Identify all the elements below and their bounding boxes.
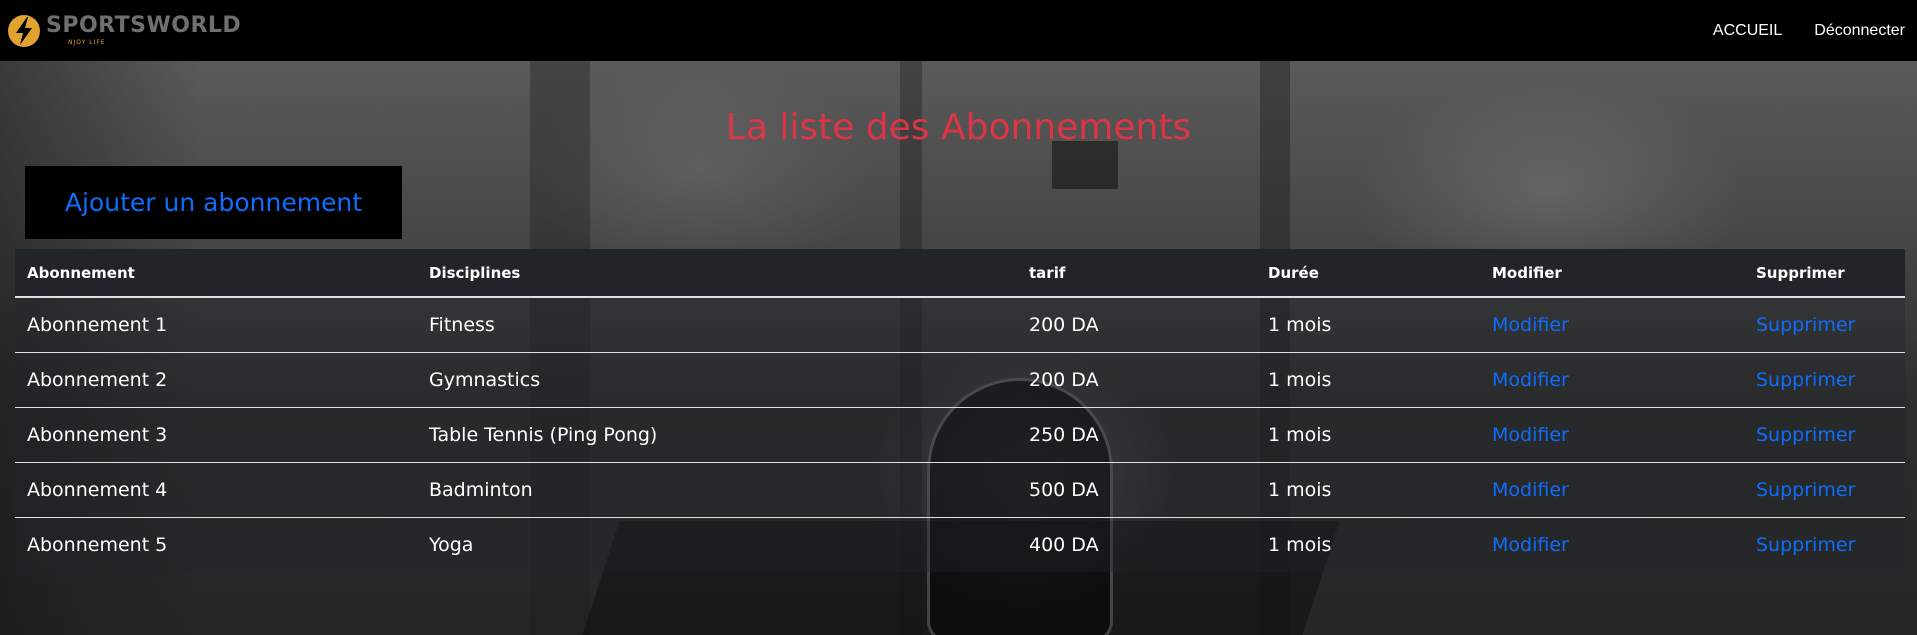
cell-modifier: Modifier bbox=[1480, 407, 1744, 462]
cell-supprimer: Supprimer bbox=[1744, 462, 1905, 517]
lightning-bolt-circle-icon bbox=[8, 14, 40, 47]
cell-discipline: Yoga bbox=[429, 533, 474, 556]
cell-discipline: Badminton bbox=[429, 478, 533, 501]
table-body: Abonnement 1 Fitness 200 DA 1 mois Modif… bbox=[15, 297, 1905, 572]
cell-supprimer: Supprimer bbox=[1744, 407, 1905, 462]
cell-tarif: 500 DA bbox=[1029, 478, 1099, 501]
cell-tarif: 200 DA bbox=[1029, 368, 1099, 391]
page-title: La liste des Abonnements bbox=[725, 107, 1192, 148]
cell-modifier: Modifier bbox=[1480, 352, 1744, 407]
cell-supprimer: Supprimer bbox=[1744, 517, 1905, 572]
subscriptions-table: Abonnement Disciplines tarif Durée Modif… bbox=[15, 249, 1905, 572]
edit-link[interactable]: Modifier bbox=[1492, 314, 1569, 336]
background-lamp bbox=[1052, 141, 1118, 189]
column-header-abonnement: Abonnement bbox=[27, 263, 135, 282]
column-header-tarif: tarif bbox=[1029, 263, 1066, 282]
cell-duree: 1 mois bbox=[1268, 478, 1332, 501]
cell-discipline: Table Tennis (Ping Pong) bbox=[429, 423, 658, 446]
brand-name: SPORTSWORLD bbox=[46, 13, 242, 38]
cell-duree: 1 mois bbox=[1268, 313, 1332, 336]
edit-link[interactable]: Modifier bbox=[1492, 369, 1569, 391]
delete-link[interactable]: Supprimer bbox=[1756, 314, 1855, 336]
table-row: Abonnement 2 Gymnastics 200 DA 1 mois Mo… bbox=[15, 352, 1905, 407]
delete-link[interactable]: Supprimer bbox=[1756, 534, 1855, 556]
cell-discipline: Gymnastics bbox=[429, 368, 541, 391]
cell-modifier: Modifier bbox=[1480, 297, 1744, 352]
column-header-supprimer: Supprimer bbox=[1756, 263, 1845, 282]
cell-tarif: 250 DA bbox=[1029, 423, 1099, 446]
brand-tagline: NJOY LIFE bbox=[68, 39, 106, 46]
delete-link[interactable]: Supprimer bbox=[1756, 479, 1855, 501]
column-header-duree: Durée bbox=[1268, 263, 1319, 282]
table-row: Abonnement 5 Yoga 400 DA 1 mois Modifier… bbox=[15, 517, 1905, 572]
nav-links: ACCUEIL Déconnecter bbox=[1681, 22, 1905, 40]
page: SPORTSWORLD NJOY LIFE ACCUEIL Déconnecte… bbox=[0, 0, 1917, 635]
delete-link[interactable]: Supprimer bbox=[1756, 424, 1855, 446]
cell-modifier: Modifier bbox=[1480, 462, 1744, 517]
brand-logo[interactable]: SPORTSWORLD NJOY LIFE bbox=[6, 13, 241, 49]
edit-link[interactable]: Modifier bbox=[1492, 534, 1569, 556]
cell-discipline: Fitness bbox=[429, 313, 495, 336]
navbar: SPORTSWORLD NJOY LIFE ACCUEIL Déconnecte… bbox=[0, 0, 1917, 61]
cell-tarif: 200 DA bbox=[1029, 313, 1099, 336]
cell-duree: 1 mois bbox=[1268, 423, 1332, 446]
edit-link[interactable]: Modifier bbox=[1492, 479, 1569, 501]
cell-abonnement: Abonnement 2 bbox=[27, 368, 168, 391]
cell-modifier: Modifier bbox=[1480, 517, 1744, 572]
cell-abonnement: Abonnement 3 bbox=[27, 423, 168, 446]
delete-link[interactable]: Supprimer bbox=[1756, 369, 1855, 391]
table-header-row: Abonnement Disciplines tarif Durée Modif… bbox=[15, 249, 1905, 297]
cell-abonnement: Abonnement 4 bbox=[27, 478, 168, 501]
table-row: Abonnement 4 Badminton 500 DA 1 mois Mod… bbox=[15, 462, 1905, 517]
cell-abonnement: Abonnement 1 bbox=[27, 313, 168, 336]
table-row: Abonnement 1 Fitness 200 DA 1 mois Modif… bbox=[15, 297, 1905, 352]
brand-text: SPORTSWORLD NJOY LIFE bbox=[46, 15, 241, 46]
table-row: Abonnement 3 Table Tennis (Ping Pong) 25… bbox=[15, 407, 1905, 462]
cell-supprimer: Supprimer bbox=[1744, 352, 1905, 407]
table-header: Abonnement Disciplines tarif Durée Modif… bbox=[15, 249, 1905, 297]
nav-link-deconnecter[interactable]: Déconnecter bbox=[1814, 22, 1905, 40]
cell-duree: 1 mois bbox=[1268, 533, 1332, 556]
cell-tarif: 400 DA bbox=[1029, 533, 1099, 556]
cell-duree: 1 mois bbox=[1268, 368, 1332, 391]
cell-supprimer: Supprimer bbox=[1744, 297, 1905, 352]
add-subscription-button[interactable]: Ajouter un abonnement bbox=[25, 166, 402, 239]
edit-link[interactable]: Modifier bbox=[1492, 424, 1569, 446]
column-header-disciplines: Disciplines bbox=[429, 263, 521, 282]
nav-link-accueil[interactable]: ACCUEIL bbox=[1713, 22, 1782, 40]
cell-abonnement: Abonnement 5 bbox=[27, 533, 168, 556]
column-header-modifier: Modifier bbox=[1492, 263, 1562, 282]
